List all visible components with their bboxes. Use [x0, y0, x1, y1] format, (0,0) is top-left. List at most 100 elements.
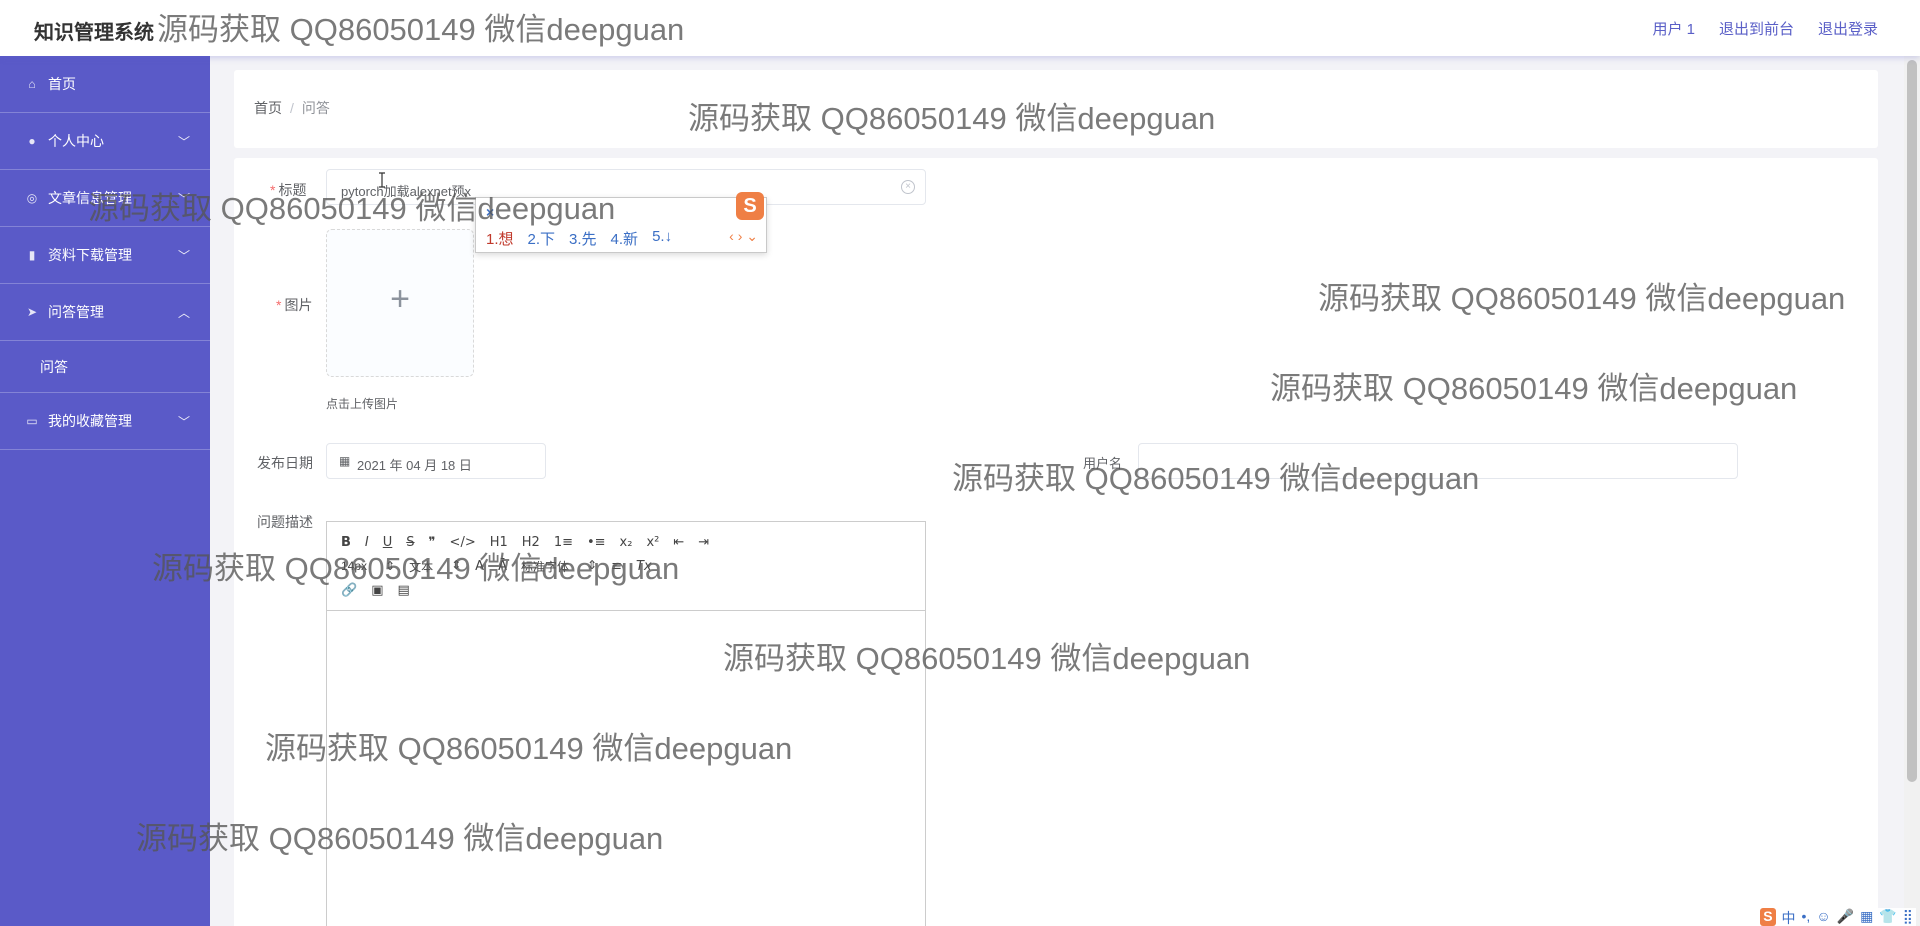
italic-button[interactable]: I — [365, 535, 369, 550]
sidebar-item-label: 我的收藏管理 — [48, 413, 132, 429]
username-input[interactable] — [1138, 443, 1738, 479]
clear-icon[interactable]: × — [901, 180, 915, 194]
scroll-thumb[interactable] — [1907, 60, 1917, 782]
ime-candidates: 1.想 2.下 3.先 4.新 5.↓ — [486, 228, 672, 249]
page-scrollbar[interactable] — [1904, 56, 1920, 926]
image-icon[interactable]: ▣ — [371, 583, 383, 598]
breadcrumb-current: 问答 — [301, 100, 330, 116]
header-actions: 用户 1 退出到前台 退出登录 — [1652, 18, 1878, 39]
publish-date-picker[interactable]: ▦ 2021 年 04 月 18 日 — [326, 443, 546, 479]
sidebar-item-home[interactable]: ⌂ 首页 — [0, 56, 210, 113]
superscript-button[interactable]: x² — [646, 535, 659, 550]
screen-icon: ▭ — [26, 414, 38, 428]
calendar-icon: ▦ — [339, 454, 351, 468]
chevron-down-icon: ﹀ — [177, 248, 190, 263]
toolbox-icon[interactable]: ⣿ — [1903, 908, 1913, 926]
ime-candidate[interactable]: 1.想 — [486, 228, 514, 249]
blockquote-button[interactable]: ❞ — [429, 535, 436, 550]
breadcrumb-home[interactable]: 首页 — [254, 100, 282, 116]
text-cursor-icon — [379, 172, 385, 188]
underline-button[interactable]: U — [383, 535, 393, 550]
logout-link[interactable]: 退出登录 — [1818, 18, 1878, 39]
editor-toolbar: B I U S ❞ </> H1 H2 1≡ •≡ x₂ x² ⇤ ⇥ 14px… — [327, 522, 925, 611]
description-label: 问题描述 — [257, 514, 313, 530]
video-icon[interactable]: ▤ — [397, 583, 409, 598]
sidebar-item-qa-management[interactable]: ➤ 问答管理 ︿ — [0, 284, 210, 341]
ime-candidate-popup: × S 1.想 2.下 3.先 4.新 5.↓ ‹ › ⌄ — [475, 192, 767, 253]
sogou-logo-icon: S — [736, 192, 764, 220]
image-label: * 图片 — [276, 297, 313, 313]
toolbar-row: 🔗 ▣ ▤ — [341, 578, 911, 602]
toolbar-row: B I U S ❞ </> H1 H2 1≡ •≡ x₂ x² ⇤ ⇥ — [341, 530, 911, 554]
text-color-icon[interactable]: A — [475, 559, 484, 574]
background-color-icon[interactable]: Ā — [498, 559, 507, 574]
link-icon[interactable]: 🔗 — [341, 583, 357, 598]
clear-format-icon[interactable]: Tx — [636, 559, 652, 574]
breadcrumb: 首页 / 问答 — [254, 98, 330, 118]
ime-close-icon[interactable]: × — [486, 204, 494, 220]
exit-to-front-link[interactable]: 退出到前台 — [1719, 18, 1794, 39]
microphone-icon[interactable]: 🎤 — [1837, 908, 1854, 926]
chevron-down-icon: ﹀ — [177, 414, 190, 429]
ime-candidate[interactable]: 3.先 — [569, 228, 597, 249]
ime-mode-toggle[interactable]: 中 — [1782, 908, 1796, 926]
title-label: * 标题 — [270, 182, 307, 198]
date-label: 发布日期 — [257, 455, 313, 471]
sidebar: ⌂ 首页 ● 个人中心 ﹀ ◎ 文章信息管理 ﹀ ▮ 资料下载管理 ﹀ ➤ 问答… — [0, 56, 210, 926]
username-label: 用户名 — [1083, 456, 1123, 471]
ime-candidate[interactable]: 2.下 — [528, 228, 556, 249]
ime-page-nav[interactable]: ‹ › ⌄ — [729, 228, 758, 245]
strike-button[interactable]: S — [406, 535, 414, 550]
current-user-link[interactable]: 用户 1 — [1652, 18, 1695, 39]
ime-status-bar: S 中 •, ☺ 🎤 ▦ 👕 ⣿ — [1757, 908, 1916, 926]
upload-hint: 点击上传图片 — [326, 397, 399, 411]
sogou-logo-icon: S — [1760, 908, 1776, 926]
plus-icon: + — [390, 280, 410, 318]
font-family-select[interactable]: 标准字体 ⇕ — [521, 558, 597, 575]
sidebar-item-label: 问答管理 — [48, 304, 104, 320]
top-header: 知识管理系统 用户 1 退出到前台 退出登录 — [0, 0, 1920, 56]
header-select[interactable]: 文本 ⇕ — [409, 558, 461, 575]
skin-icon[interactable]: 👕 — [1879, 908, 1896, 926]
compass-icon: ◎ — [26, 191, 38, 205]
sidebar-item-label: 问答 — [40, 358, 68, 375]
heading2-button[interactable]: H2 — [522, 535, 540, 550]
bullet-list-button[interactable]: •≡ — [587, 535, 606, 550]
user-icon: ● — [28, 134, 36, 148]
chevron-up-icon: ︿ — [177, 305, 190, 320]
ordered-list-button[interactable]: 1≡ — [554, 535, 573, 550]
chevron-down-icon: ﹀ — [177, 191, 190, 206]
editor-content-area[interactable] — [327, 611, 925, 926]
send-icon: ➤ — [26, 305, 38, 319]
keyboard-icon[interactable]: ▦ — [1860, 908, 1873, 926]
sidebar-item-label: 资料下载管理 — [48, 247, 132, 263]
align-icon[interactable]: ≡ — [611, 559, 622, 574]
punctuation-icon[interactable]: •, — [1802, 908, 1811, 926]
bold-button[interactable]: B — [341, 535, 351, 550]
outdent-button[interactable]: ⇤ — [673, 535, 684, 550]
chart-icon: ▮ — [28, 248, 36, 262]
ime-candidate[interactable]: 5.↓ — [652, 228, 672, 249]
emoji-icon[interactable]: ☺ — [1816, 908, 1830, 926]
sidebar-item-favorites-management[interactable]: ▭ 我的收藏管理 ﹀ — [0, 393, 210, 450]
sidebar-item-personal-center[interactable]: ● 个人中心 ﹀ — [0, 113, 210, 170]
indent-button[interactable]: ⇥ — [698, 535, 709, 550]
app-title: 知识管理系统 — [34, 22, 154, 44]
ime-candidate[interactable]: 4.新 — [611, 228, 639, 249]
breadcrumb-separator: / — [290, 100, 294, 116]
code-block-button[interactable]: </> — [450, 535, 476, 550]
image-upload-box[interactable]: + — [326, 229, 474, 377]
heading1-button[interactable]: H1 — [490, 535, 508, 550]
subscript-button[interactable]: x₂ — [620, 535, 633, 550]
sidebar-item-label: 文章信息管理 — [48, 190, 132, 206]
font-size-select[interactable]: 14px ⇕ — [341, 559, 395, 573]
sidebar-item-label: 首页 — [48, 76, 76, 92]
home-icon: ⌂ — [28, 77, 36, 91]
chevron-down-icon: ﹀ — [177, 134, 190, 149]
breadcrumb-card: 首页 / 问答 — [234, 70, 1878, 148]
toolbar-row: 14px ⇕ 文本 ⇕ A Ā 标准字体 ⇕ ≡ Tx — [341, 554, 911, 578]
rich-text-editor: B I U S ❞ </> H1 H2 1≡ •≡ x₂ x² ⇤ ⇥ 14px… — [326, 521, 926, 926]
sidebar-item-article-management[interactable]: ◎ 文章信息管理 ﹀ — [0, 170, 210, 227]
sidebar-item-download-management[interactable]: ▮ 资料下载管理 ﹀ — [0, 227, 210, 284]
sidebar-subitem-qa[interactable]: 问答 — [0, 341, 210, 393]
